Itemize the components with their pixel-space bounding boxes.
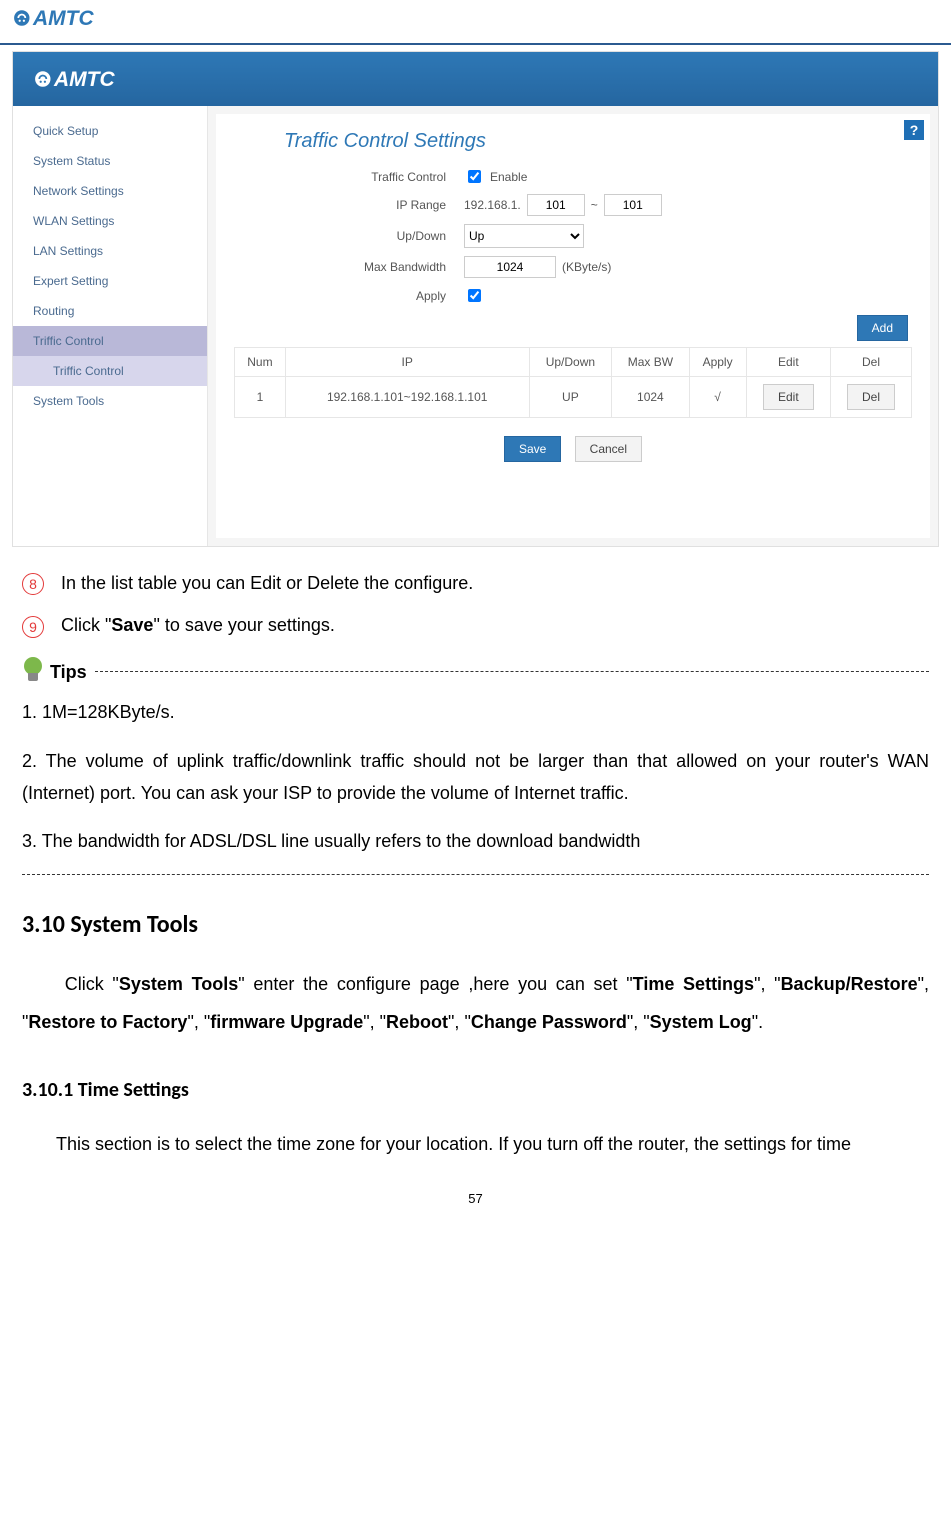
cell-edit: Edit: [746, 377, 830, 418]
ip-from-input[interactable]: [527, 194, 585, 216]
cell-updown: UP: [529, 377, 612, 418]
tips-end-dash: [22, 874, 929, 875]
step-9: 9 Click "Save" to save your settings.: [22, 609, 929, 641]
row-edit-button[interactable]: Edit: [763, 384, 814, 410]
label-enable: Enable: [490, 170, 527, 184]
th-edit: Edit: [746, 348, 830, 377]
sidebar-subitem-traffic-control[interactable]: Triffic Control: [13, 356, 207, 386]
sidebar-item-routing[interactable]: Routing: [13, 296, 207, 326]
step-8-text: In the list table you can Edit or Delete…: [61, 573, 473, 593]
sidebar-item-network-settings[interactable]: Network Settings: [13, 176, 207, 206]
content-panel: ? Traffic Control Settings Traffic Contr…: [216, 114, 930, 538]
label-maxbw: Max Bandwidth: [234, 260, 464, 274]
ip-prefix: 192.168.1.: [464, 198, 521, 212]
label-updown: Up/Down: [234, 229, 464, 243]
cell-num: 1: [235, 377, 286, 418]
cell-del: Del: [831, 377, 912, 418]
page-number: 57: [0, 1191, 951, 1206]
th-del: Del: [831, 348, 912, 377]
doc-page-header: AMTC: [0, 0, 951, 41]
maxbw-input[interactable]: [464, 256, 556, 278]
save-cancel-row: Save Cancel: [234, 436, 912, 462]
row-apply: Apply: [234, 286, 912, 305]
tip-2: 2. The volume of uplink traffic/downlink…: [22, 745, 929, 810]
label-apply: Apply: [234, 289, 464, 303]
th-num: Num: [235, 348, 286, 377]
cell-ip: 192.168.1.101~192.168.1.101: [285, 377, 529, 418]
system-tools-paragraph: Click "System Tools" enter the configure…: [22, 966, 929, 1042]
help-icon[interactable]: ?: [904, 120, 924, 140]
svg-text:AMTC: AMTC: [53, 68, 115, 91]
updown-select[interactable]: Up: [464, 224, 584, 248]
step-8-number: 8: [22, 573, 44, 595]
sidebar-item-expert-setting[interactable]: Expert Setting: [13, 266, 207, 296]
row-maxbw: Max Bandwidth (KByte/s): [234, 256, 912, 278]
svg-text:AMTC: AMTC: [32, 7, 94, 30]
sidebar-item-wlan-settings[interactable]: WLAN Settings: [13, 206, 207, 236]
step-8: 8 In the list table you can Edit or Dele…: [22, 567, 929, 599]
cancel-button[interactable]: Cancel: [575, 436, 642, 462]
row-updown: Up/Down Up: [234, 224, 912, 248]
cell-maxbw: 1024: [612, 377, 689, 418]
sidebar: Quick Setup System Status Network Settin…: [13, 106, 208, 546]
sidebar-item-traffic-control[interactable]: Triffic Control: [13, 326, 207, 356]
brand-logo-icon: AMTC: [33, 65, 187, 93]
checkbox-apply[interactable]: [468, 289, 481, 302]
step-9-number: 9: [22, 616, 44, 638]
heading-3-10-1: 3.10.1 Time Settings: [22, 1072, 929, 1108]
label-ip-range: IP Range: [234, 198, 464, 212]
heading-3-10: 3.10 System Tools: [22, 903, 929, 946]
row-traffic-control: Traffic Control Enable: [234, 167, 912, 186]
lightbulb-icon: [22, 657, 44, 687]
tips-dashed-line: [95, 671, 929, 672]
tips-list: 1. 1M=128KByte/s. 2. The volume of uplin…: [22, 696, 929, 858]
sidebar-item-lan-settings[interactable]: LAN Settings: [13, 236, 207, 266]
th-updown: Up/Down: [529, 348, 612, 377]
cell-apply: √: [689, 377, 746, 418]
label-traffic-control: Traffic Control: [234, 170, 464, 184]
maxbw-unit: (KByte/s): [562, 260, 611, 274]
tip-1: 1. 1M=128KByte/s.: [22, 696, 929, 728]
save-button[interactable]: Save: [504, 436, 561, 462]
add-button[interactable]: Add: [857, 315, 908, 341]
th-maxbw: Max BW: [612, 348, 689, 377]
tip-3: 3. The bandwidth for ADSL/DSL line usual…: [22, 825, 929, 857]
panel-title: Traffic Control Settings: [284, 130, 912, 153]
checkbox-enable[interactable]: [468, 170, 481, 183]
tips-label: Tips: [50, 656, 87, 688]
tips-header: Tips: [22, 656, 929, 688]
ip-range-separator: ~: [591, 198, 598, 212]
sidebar-item-quick-setup[interactable]: Quick Setup: [13, 116, 207, 146]
table-row: 1 192.168.1.101~192.168.1.101 UP 1024 √ …: [235, 377, 912, 418]
ip-to-input[interactable]: [604, 194, 662, 216]
step-9-text: Click "Save" to save your settings.: [61, 615, 335, 635]
row-del-button[interactable]: Del: [847, 384, 895, 410]
sidebar-item-system-tools[interactable]: System Tools: [13, 386, 207, 416]
ui-header: AMTC: [13, 52, 938, 106]
sidebar-item-system-status[interactable]: System Status: [13, 146, 207, 176]
time-settings-paragraph: This section is to select the time zone …: [22, 1126, 929, 1164]
router-ui-screenshot: AMTC Quick Setup System Status Network S…: [12, 51, 939, 547]
th-apply: Apply: [689, 348, 746, 377]
th-ip: IP: [285, 348, 529, 377]
document-body: 8 In the list table you can Edit or Dele…: [12, 547, 939, 1163]
brand-logo-icon: AMTC: [12, 4, 166, 32]
traffic-table: Num IP Up/Down Max BW Apply Edit Del 1 1: [234, 347, 912, 418]
row-ip-range: IP Range 192.168.1. ~: [234, 194, 912, 216]
table-header-row: Num IP Up/Down Max BW Apply Edit Del: [235, 348, 912, 377]
